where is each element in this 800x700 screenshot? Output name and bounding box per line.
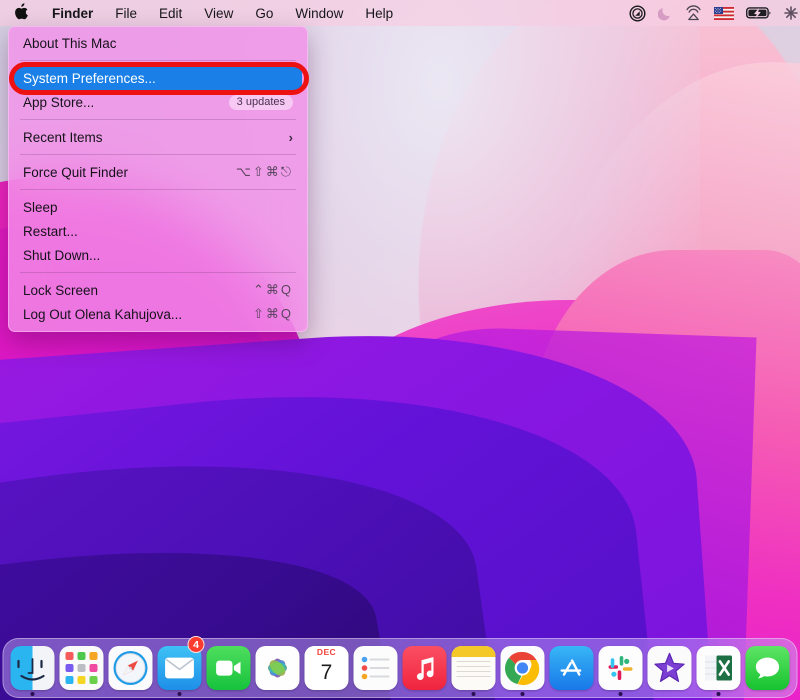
airplay-icon[interactable] bbox=[685, 0, 702, 26]
menu-separator bbox=[20, 154, 296, 155]
running-indicator-dot bbox=[177, 692, 182, 696]
running-indicator-dot bbox=[618, 692, 623, 696]
notes-icon bbox=[451, 646, 496, 690]
messages-icon bbox=[745, 646, 790, 690]
dock-item-notes[interactable] bbox=[451, 638, 496, 698]
menu-item-label: Restart... bbox=[23, 223, 78, 239]
dock-item-app-store[interactable] bbox=[549, 638, 594, 698]
running-indicator-dot bbox=[520, 692, 525, 696]
keyboard-shortcut: ⌥⇧⌘⎋ bbox=[235, 164, 293, 179]
dock-item-calendar[interactable]: DEC 7 bbox=[304, 638, 349, 698]
apple-menu-dropdown: About This Mac System Preferences... App… bbox=[8, 26, 309, 332]
menu-item-lock-screen[interactable]: Lock Screen ⌃⌘Q bbox=[14, 278, 302, 302]
chevron-right-icon: › bbox=[288, 129, 293, 145]
menu-item-force-quit-finder[interactable]: Force Quit Finder ⌥⇧⌘⎋ bbox=[14, 160, 302, 184]
notes-lines bbox=[451, 657, 496, 690]
finder-icon bbox=[10, 646, 55, 690]
menu-item-system-preferences[interactable]: System Preferences... bbox=[14, 66, 302, 90]
menu-item-about-this-mac[interactable]: About This Mac bbox=[14, 31, 302, 55]
dock-item-excel[interactable] bbox=[696, 638, 741, 698]
menu-item-shut-down[interactable]: Shut Down... bbox=[14, 243, 302, 267]
menu-bar-item-go[interactable]: Go bbox=[244, 0, 284, 26]
apple-logo-icon bbox=[14, 2, 28, 24]
battery-charging-icon[interactable] bbox=[746, 0, 772, 26]
dock-item-mail[interactable]: 4 bbox=[157, 636, 205, 698]
menu-item-recent-items[interactable]: Recent Items › bbox=[14, 125, 302, 149]
menu-bar-app-menus: Finder File Edit View Go Window Help bbox=[0, 0, 404, 26]
dock-item-facetime[interactable] bbox=[206, 638, 251, 698]
chrome-icon bbox=[500, 646, 545, 690]
dock-item-slack[interactable] bbox=[598, 638, 643, 698]
music-icon bbox=[402, 646, 447, 690]
menu-item-label: System Preferences... bbox=[23, 70, 156, 86]
menu-bar-item-edit[interactable]: Edit bbox=[148, 0, 193, 26]
dock-item-launchpad[interactable] bbox=[59, 638, 104, 698]
dock-item-finder[interactable] bbox=[10, 638, 55, 698]
dock-item-imovie[interactable] bbox=[647, 638, 692, 698]
menu-item-restart[interactable]: Restart... bbox=[14, 219, 302, 243]
photos-icon bbox=[255, 646, 300, 690]
safari-icon bbox=[108, 646, 153, 690]
keyboard-shortcut: ⇧⌘Q bbox=[252, 306, 293, 321]
menu-item-trailing: 3 updates bbox=[228, 94, 293, 110]
screen-recording-icon[interactable] bbox=[629, 0, 646, 26]
calendar-icon: DEC 7 bbox=[304, 646, 349, 690]
apple-menu-button[interactable] bbox=[0, 0, 41, 26]
menu-bar-item-window[interactable]: Window bbox=[284, 0, 354, 26]
do-not-disturb-moon-icon[interactable] bbox=[658, 0, 673, 26]
dock-item-photos[interactable] bbox=[255, 638, 300, 698]
control-center-icon[interactable] bbox=[784, 0, 798, 26]
menu-item-label: Log Out Olena Kahujova... bbox=[23, 306, 183, 322]
menu-bar-item-finder[interactable]: Finder bbox=[41, 0, 104, 26]
menu-item-trailing: ⌃⌘Q bbox=[253, 282, 293, 298]
menu-item-label: Recent Items bbox=[23, 129, 103, 145]
desktop: Finder File Edit View Go Window Help Abo… bbox=[0, 0, 800, 700]
calendar-day-label: 7 bbox=[320, 660, 333, 684]
running-indicator-dot bbox=[471, 692, 476, 696]
menu-item-app-store[interactable]: App Store... 3 updates bbox=[14, 90, 302, 114]
dock-item-music[interactable] bbox=[402, 638, 447, 698]
slack-icon bbox=[598, 646, 643, 690]
running-indicator-dot bbox=[30, 692, 35, 696]
reminders-icon bbox=[353, 646, 398, 690]
menu-bar-item-view[interactable]: View bbox=[193, 0, 244, 26]
menu-item-label: Shut Down... bbox=[23, 247, 101, 263]
menu-item-trailing: › bbox=[289, 130, 293, 145]
menu-item-label: Sleep bbox=[23, 199, 58, 215]
keyboard-shortcut: ⌃⌘Q bbox=[252, 282, 293, 297]
menu-bar: Finder File Edit View Go Window Help bbox=[0, 0, 800, 26]
dock-item-safari[interactable] bbox=[108, 638, 153, 698]
launchpad-icon bbox=[59, 646, 104, 690]
excel-icon bbox=[696, 646, 741, 690]
menu-item-label: About This Mac bbox=[23, 35, 117, 51]
menu-separator bbox=[20, 272, 296, 273]
facetime-icon bbox=[206, 646, 251, 690]
menu-bar-status-icons bbox=[629, 0, 798, 26]
menu-separator bbox=[20, 60, 296, 61]
menu-item-trailing: ⇧⌘Q bbox=[253, 306, 293, 322]
menu-item-trailing: ⌥⇧⌘⎋ bbox=[236, 164, 293, 180]
menu-item-log-out[interactable]: Log Out Olena Kahujova... ⇧⌘Q bbox=[14, 302, 302, 326]
dock: 4 DEC 7 bbox=[2, 636, 798, 698]
running-indicator-dot bbox=[716, 692, 721, 696]
app-store-updates-badge: 3 updates bbox=[228, 94, 293, 110]
menu-item-sleep[interactable]: Sleep bbox=[14, 195, 302, 219]
menu-item-label: Force Quit Finder bbox=[23, 164, 129, 180]
input-language-flag-icon[interactable] bbox=[714, 0, 734, 26]
mail-unread-badge: 4 bbox=[187, 636, 205, 653]
menu-bar-item-file[interactable]: File bbox=[104, 0, 148, 26]
dock-item-chrome[interactable] bbox=[500, 638, 545, 698]
menu-separator bbox=[20, 119, 296, 120]
dock-item-reminders[interactable] bbox=[353, 638, 398, 698]
menu-item-label: App Store... bbox=[23, 94, 95, 110]
menu-bar-item-help[interactable]: Help bbox=[354, 0, 404, 26]
app-store-icon bbox=[549, 646, 594, 690]
menu-item-label: Lock Screen bbox=[23, 282, 99, 298]
dock-item-messages[interactable] bbox=[745, 638, 790, 698]
menu-separator bbox=[20, 189, 296, 190]
imovie-icon bbox=[647, 646, 692, 690]
notes-header-strip bbox=[451, 646, 496, 657]
